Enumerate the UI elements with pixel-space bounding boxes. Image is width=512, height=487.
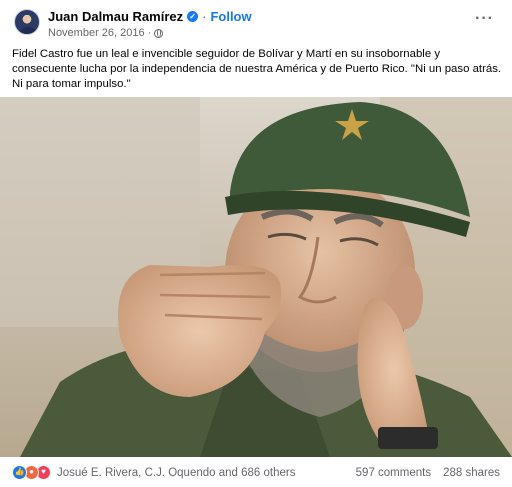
follow-button[interactable]: Follow (210, 9, 251, 24)
separator-dot: · (202, 9, 207, 24)
post-photo[interactable] (0, 97, 512, 457)
author-avatar[interactable] (14, 9, 40, 35)
globe-icon (154, 28, 164, 38)
photo-illustration (0, 97, 512, 457)
author-name[interactable]: Juan Dalmau Ramírez (48, 9, 183, 24)
post-meta: November 26, 2016 · (48, 27, 164, 39)
facebook-post: Juan Dalmau Ramírez ✓ · Follow November … (0, 0, 512, 487)
reaction-names[interactable]: Josué E. Rivera, C.J. Oquendo and 686 ot… (57, 467, 295, 479)
avatar-shoulders (18, 27, 38, 34)
post-date[interactable]: November 26, 2016 (48, 27, 145, 39)
reaction-icons[interactable]: 👍 ● ♥ (12, 465, 56, 481)
post-caption: Fidel Castro fue un leal e invencible se… (12, 48, 502, 90)
more-options-icon[interactable]: ··· (475, 10, 494, 28)
post-stats: 597 comments 288 shares (356, 467, 500, 479)
author-row: Juan Dalmau Ramírez ✓ · Follow (48, 9, 252, 24)
comments-count[interactable]: 597 comments (356, 467, 431, 479)
post-header: Juan Dalmau Ramírez ✓ · Follow November … (0, 0, 512, 42)
meta-separator: · (147, 27, 152, 39)
like-reaction-icon: 👍 (12, 465, 27, 480)
verified-badge-icon: ✓ (187, 11, 199, 22)
reactions-row: 👍 ● ♥ Josué E. Rivera, C.J. Oquendo and … (0, 460, 512, 487)
wristwatch (378, 427, 438, 449)
shares-count[interactable]: 288 shares (443, 467, 500, 479)
